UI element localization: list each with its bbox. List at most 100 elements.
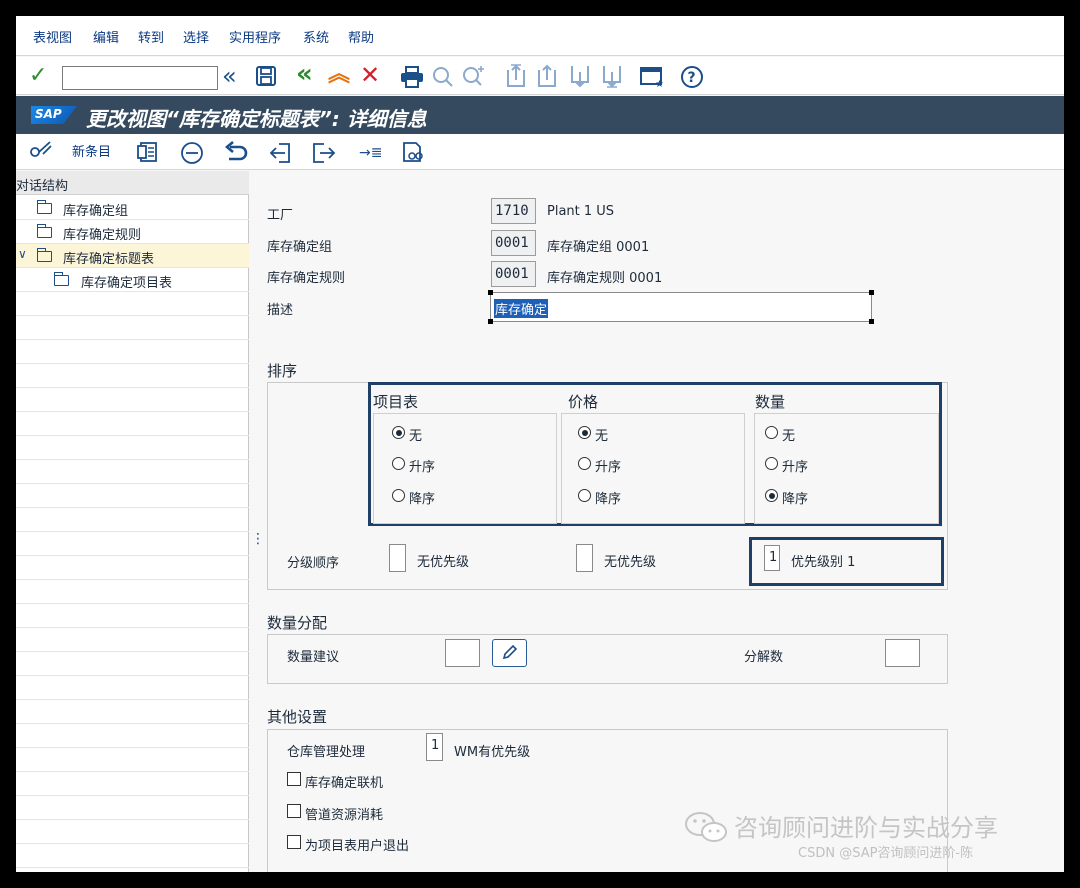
pipeline-checkbox[interactable] bbox=[287, 804, 301, 818]
tree-empty-row bbox=[16, 724, 249, 748]
menu-table-view[interactable]: 表视图 bbox=[33, 27, 72, 46]
split-count-label: 分解数 bbox=[744, 650, 784, 665]
tree-item-stock-header[interactable]: ∨ 库存确定标题表 bbox=[16, 244, 249, 268]
wm-label: 仓库管理处理 bbox=[287, 745, 366, 760]
detail-area: 工厂 1710 Plant 1 US 库存确定组 0001 库存确定组 0001… bbox=[256, 171, 1064, 872]
other-section-title: 其他设置 bbox=[267, 708, 328, 726]
tree-item-stock-group[interactable]: 库存确定组 bbox=[16, 196, 249, 220]
qty-suggest-input[interactable] bbox=[445, 639, 480, 667]
sort-qty-asc-radio[interactable] bbox=[765, 457, 778, 470]
tree-empty-row bbox=[16, 412, 249, 436]
stock-group-text: 库存确定组 0001 bbox=[547, 240, 650, 255]
stock-rule-label: 库存确定规则 bbox=[267, 271, 346, 286]
save-icon[interactable] bbox=[255, 65, 277, 91]
tree-empty-row bbox=[16, 604, 249, 628]
new-entries-button[interactable]: 新条目 bbox=[72, 143, 111, 163]
sort-item-none-radio[interactable] bbox=[392, 426, 405, 439]
tree-empty-row bbox=[16, 388, 249, 412]
menu-bar: 表视图 编辑 转到 选择 实用程序 系统 帮助 bbox=[16, 16, 1064, 56]
qty-section-title: 数量分配 bbox=[267, 614, 328, 632]
tree-empty-row bbox=[16, 844, 249, 868]
tree-empty-row bbox=[16, 508, 249, 532]
sort-qty-none-radio[interactable] bbox=[765, 426, 778, 439]
sort-item-asc-label: 升序 bbox=[409, 460, 436, 475]
expand-chevron-icon[interactable]: ∨ bbox=[18, 247, 27, 261]
tree-empty-row bbox=[16, 676, 249, 700]
tree-empty-row bbox=[16, 556, 249, 580]
sort-col-price-title: 价格 bbox=[568, 393, 599, 411]
back-double-icon[interactable]: « bbox=[222, 64, 237, 88]
tree-empty-row bbox=[16, 532, 249, 556]
sap-logo: SAP bbox=[31, 106, 77, 124]
wm-text: WM有优先级 bbox=[454, 745, 531, 760]
print-icon[interactable] bbox=[400, 66, 424, 92]
sort-price-none-radio[interactable] bbox=[578, 426, 591, 439]
plant-label: 工厂 bbox=[267, 208, 294, 223]
menu-help[interactable]: 帮助 bbox=[348, 27, 374, 46]
priority-qty-input[interactable]: 1 bbox=[764, 545, 780, 571]
check-icon[interactable]: ✓ bbox=[29, 65, 47, 87]
cancel-icon[interactable]: ✕ bbox=[360, 63, 380, 87]
pencil-icon[interactable] bbox=[492, 639, 527, 667]
tree-empty-row bbox=[16, 316, 249, 340]
tree-empty-row bbox=[16, 364, 249, 388]
priority-qty-text: 优先级别 1 bbox=[791, 555, 856, 570]
menu-select[interactable]: 选择 bbox=[183, 27, 209, 46]
online-checkbox[interactable] bbox=[287, 772, 301, 786]
undo-icon[interactable] bbox=[224, 141, 248, 167]
exit-icon[interactable]: « bbox=[296, 61, 313, 87]
next-entry-icon[interactable] bbox=[312, 141, 336, 170]
help-icon[interactable]: ? bbox=[680, 65, 704, 93]
menu-system[interactable]: 系统 bbox=[303, 27, 329, 46]
first-page-icon bbox=[504, 64, 526, 92]
sort-item-none-label: 无 bbox=[409, 429, 423, 444]
tree-item-stock-rule[interactable]: 库存确定规则 bbox=[16, 220, 249, 244]
dialog-structure-tree: 对话结构 库存确定组 库存确定规则 ∨ 库存确定标题表 库存确定项目表 bbox=[16, 171, 249, 872]
title-bar: SAP 更改视图“库存确定标题表”: 详细信息 bbox=[16, 96, 1064, 134]
tree-item-stock-item[interactable]: 库存确定项目表 bbox=[16, 268, 249, 292]
sort-item-desc-radio[interactable] bbox=[392, 489, 405, 502]
wechat-icon bbox=[684, 810, 728, 850]
priority-item-input[interactable] bbox=[389, 544, 406, 572]
split-count-input[interactable] bbox=[885, 639, 920, 667]
command-field[interactable] bbox=[62, 66, 218, 90]
priority-price-input[interactable] bbox=[576, 544, 593, 572]
user-exit-checkbox[interactable] bbox=[287, 835, 301, 849]
sort-price-desc-radio[interactable] bbox=[578, 489, 591, 502]
priority-item-text: 无优先级 bbox=[417, 555, 470, 570]
wm-input[interactable]: 1 bbox=[426, 733, 443, 761]
sort-qty-desc-radio[interactable] bbox=[765, 489, 778, 502]
print-view-icon[interactable] bbox=[402, 141, 426, 170]
sort-item-asc-radio[interactable] bbox=[392, 457, 405, 470]
stock-rule-value: 0001 bbox=[491, 261, 536, 287]
display-change-icon[interactable] bbox=[29, 140, 53, 167]
footer-credit: CSDN @SAP咨询顾问进阶-陈 bbox=[798, 846, 974, 861]
menu-edit[interactable]: 编辑 bbox=[93, 27, 119, 46]
delete-icon[interactable] bbox=[180, 141, 204, 170]
tree-header: 对话结构 bbox=[16, 171, 249, 195]
tree-empty-row bbox=[16, 580, 249, 604]
menu-goto[interactable]: 转到 bbox=[138, 27, 164, 46]
tree-empty-row bbox=[16, 748, 249, 772]
user-exit-label: 为项目表用户退出 bbox=[305, 839, 410, 854]
sort-price-asc-radio[interactable] bbox=[578, 457, 591, 470]
next-page-icon bbox=[568, 64, 590, 92]
application-toolbar: 新条目 →≣ bbox=[16, 134, 1064, 170]
copy-icon[interactable] bbox=[137, 141, 159, 168]
sort-col-item-title: 项目表 bbox=[373, 393, 419, 411]
description-field[interactable]: 库存确定 bbox=[488, 290, 874, 324]
page-title: 更改视图“库存确定标题表”: 详细信息 bbox=[86, 107, 427, 131]
up-icon[interactable]: ︽ bbox=[328, 64, 350, 86]
sort-qty-asc-label: 升序 bbox=[782, 460, 809, 475]
select-block-icon[interactable]: →≣ bbox=[359, 143, 382, 163]
system-toolbar: ✓ « « ︽ ✕ ★ ? bbox=[16, 57, 1064, 95]
previous-entry-icon[interactable] bbox=[269, 141, 293, 170]
menu-utilities[interactable]: 实用程序 bbox=[229, 27, 281, 46]
online-label: 库存确定联机 bbox=[305, 776, 384, 791]
sort-price-desc-label: 降序 bbox=[595, 492, 622, 507]
tree-empty-row bbox=[16, 436, 249, 460]
find-icon bbox=[432, 66, 454, 92]
tree-empty-row bbox=[16, 652, 249, 676]
layout-icon[interactable]: ★ bbox=[640, 66, 664, 92]
sort-price-asc-label: 升序 bbox=[595, 460, 622, 475]
